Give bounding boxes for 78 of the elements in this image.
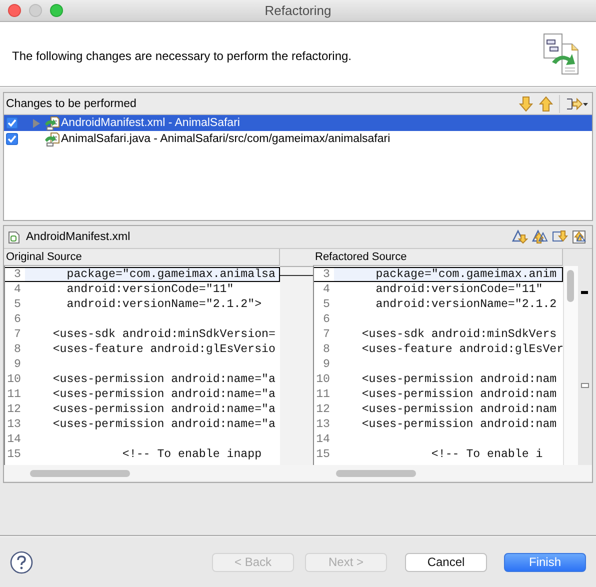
line-number: 4: [13, 283, 22, 296]
line-number: 15: [315, 448, 331, 461]
code-line: <uses-sdk android:minSdkVers: [360, 328, 557, 341]
pane-header: Refactored Source: [313, 249, 563, 266]
horizontal-scrollbar[interactable]: [336, 470, 416, 477]
line-number: 4: [322, 283, 331, 296]
line-number: 3: [13, 268, 22, 281]
code-line: <!-- To enable inapp: [121, 448, 262, 461]
line-number: 10: [6, 373, 22, 386]
code-line: <uses-feature android:glEsVersio: [52, 343, 276, 356]
next-difference-icon[interactable]: [512, 229, 528, 245]
code-line: <uses-sdk android:minSdkVersion=: [52, 328, 276, 341]
line-number: 12: [6, 403, 22, 416]
file-name: AndroidManifest.xml: [26, 231, 132, 243]
line-number: 6: [13, 313, 22, 326]
panel-title: Changes to be performed: [6, 98, 136, 110]
line-number: 6: [322, 313, 331, 326]
file-change-icon: [44, 132, 60, 146]
code-line: <uses-feature android:glEsVer: [360, 343, 563, 356]
line-number: 12: [315, 403, 331, 416]
line-number: 14: [315, 433, 331, 446]
line-number: 10: [315, 373, 331, 386]
zoom-button[interactable]: [50, 4, 63, 17]
line-number: 5: [13, 298, 22, 311]
code-line: android:versionName="2.1.2">: [66, 298, 262, 311]
change-marker: [581, 291, 588, 294]
line-number: 3: [322, 268, 331, 281]
code-line: <uses-permission android:name="a: [52, 388, 276, 401]
vertical-scrollbar[interactable]: [563, 266, 578, 465]
filter-menu-icon[interactable]: [566, 96, 588, 112]
file-change-icon: [44, 116, 60, 130]
checkbox[interactable]: [6, 133, 18, 145]
code-line: android:versionCode="11": [374, 283, 543, 296]
file-name: AnimalSafari.java - AnimalSafari/src/com/gameimax/animalsafari: [61, 133, 390, 145]
message-text: The following changes are necessary to perform the refactoring.: [12, 49, 352, 63]
line-number: 13: [315, 418, 331, 431]
line-number: 11: [315, 388, 331, 401]
code-editor[interactable]: [313, 266, 563, 465]
code-line: <uses-permission android:name="a: [52, 418, 276, 431]
line-number: 7: [13, 328, 22, 341]
code-line: android:versionCode="11": [66, 283, 234, 296]
file-name: AndroidManifest.xml - AnimalSafari: [61, 117, 240, 129]
code-line: <uses-permission android:nam: [360, 388, 557, 401]
window-title: Refactoring: [264, 3, 332, 18]
dialog-button[interactable]: Cancel: [405, 552, 487, 572]
line-number: 8: [322, 343, 331, 356]
line-number: 13: [6, 418, 22, 431]
line-number: 5: [322, 298, 331, 311]
horizontal-scrollbar[interactable]: [30, 470, 130, 477]
down-arrow-icon[interactable]: [519, 96, 533, 112]
checkbox[interactable]: [6, 117, 18, 129]
close-button[interactable]: [8, 4, 21, 17]
code-line: <uses-permission android:nam: [360, 418, 557, 431]
connector-line: [280, 275, 313, 276]
change-row[interactable]: AndroidManifest.xml - AnimalSafari: [4, 115, 592, 131]
code-editor[interactable]: [4, 266, 280, 465]
code-line: <uses-permission android:name="a: [52, 373, 276, 386]
change-marker: [581, 383, 589, 388]
line-number: 11: [6, 388, 22, 401]
dialog-button[interactable]: Finish: [504, 552, 586, 572]
line-number: 7: [322, 328, 331, 341]
line-number: 8: [13, 343, 22, 356]
code-line: <uses-permission android:nam: [360, 403, 557, 416]
line-number: 9: [322, 358, 331, 371]
code-line: android:versionName="2.1.2: [374, 298, 557, 311]
change-row[interactable]: AnimalSafari.java - AnimalSafari/src/com/gameimax/animalsafari: [4, 131, 592, 147]
code-line: <!-- To enable i: [430, 448, 543, 461]
previous-change-icon[interactable]: [572, 229, 588, 245]
previous-difference-icon[interactable]: [532, 229, 548, 245]
up-arrow-icon[interactable]: [539, 96, 553, 112]
code-line: <uses-permission android:name="a: [52, 403, 276, 416]
code-line: <uses-permission android:nam: [360, 373, 557, 386]
xml-file-icon: [8, 230, 20, 244]
pane-header: Original Source: [4, 249, 280, 266]
line-number: 14: [6, 433, 22, 446]
line-number: 9: [13, 358, 22, 371]
help-icon[interactable]: [10, 550, 33, 574]
line-number: 15: [6, 448, 22, 461]
